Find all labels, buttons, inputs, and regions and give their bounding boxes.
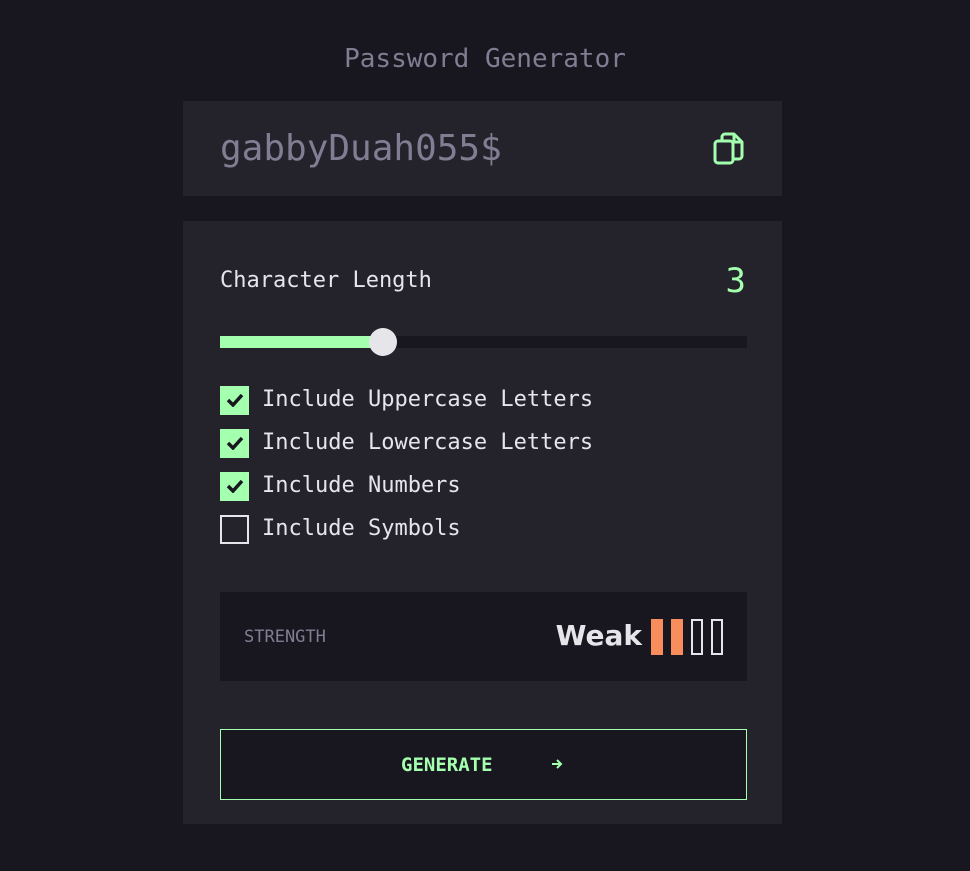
option-uppercase[interactable]: Include Uppercase Letters [220, 385, 593, 415]
numbers-checkbox[interactable] [220, 471, 249, 501]
slider-thumb[interactable] [369, 328, 398, 356]
page-title: Password Generator [344, 44, 626, 74]
uppercase-checkbox[interactable] [220, 385, 249, 415]
option-symbols[interactable]: Include Symbols [220, 514, 461, 544]
length-slider[interactable] [220, 328, 747, 356]
strength-bars [651, 619, 723, 655]
password-display: gabbyDuah055$ [183, 101, 782, 196]
check-icon [226, 393, 243, 407]
lowercase-label: Include Lowercase Letters [262, 430, 594, 455]
option-lowercase[interactable]: Include Lowercase Letters [220, 428, 593, 458]
generate-button[interactable]: GENERATE [220, 729, 747, 800]
symbols-label: Include Symbols [262, 516, 461, 541]
slider-fill [220, 336, 384, 348]
strength-value: Weak [555, 619, 642, 652]
settings-panel: Character Length 3 Include Uppercase Let… [183, 221, 782, 824]
check-icon [226, 436, 243, 450]
strength-label: STRENGTH [244, 627, 326, 647]
strength-bar [711, 619, 723, 655]
option-numbers[interactable]: Include Numbers [220, 471, 461, 501]
check-icon [226, 479, 243, 493]
length-value: 3 [725, 261, 746, 301]
strength-meter: STRENGTH Weak [220, 592, 747, 681]
strength-bar [671, 619, 683, 655]
numbers-label: Include Numbers [262, 473, 461, 498]
generate-label: GENERATE [401, 754, 493, 776]
symbols-checkbox[interactable] [220, 514, 249, 544]
length-label: Character Length [220, 268, 432, 293]
arrow-right-icon [552, 759, 563, 769]
strength-bar [651, 619, 663, 655]
lowercase-checkbox[interactable] [220, 428, 249, 458]
uppercase-label: Include Uppercase Letters [262, 387, 594, 412]
password-text: gabbyDuah055$ [220, 128, 502, 169]
strength-bar [691, 619, 703, 655]
copy-icon[interactable] [713, 132, 745, 166]
